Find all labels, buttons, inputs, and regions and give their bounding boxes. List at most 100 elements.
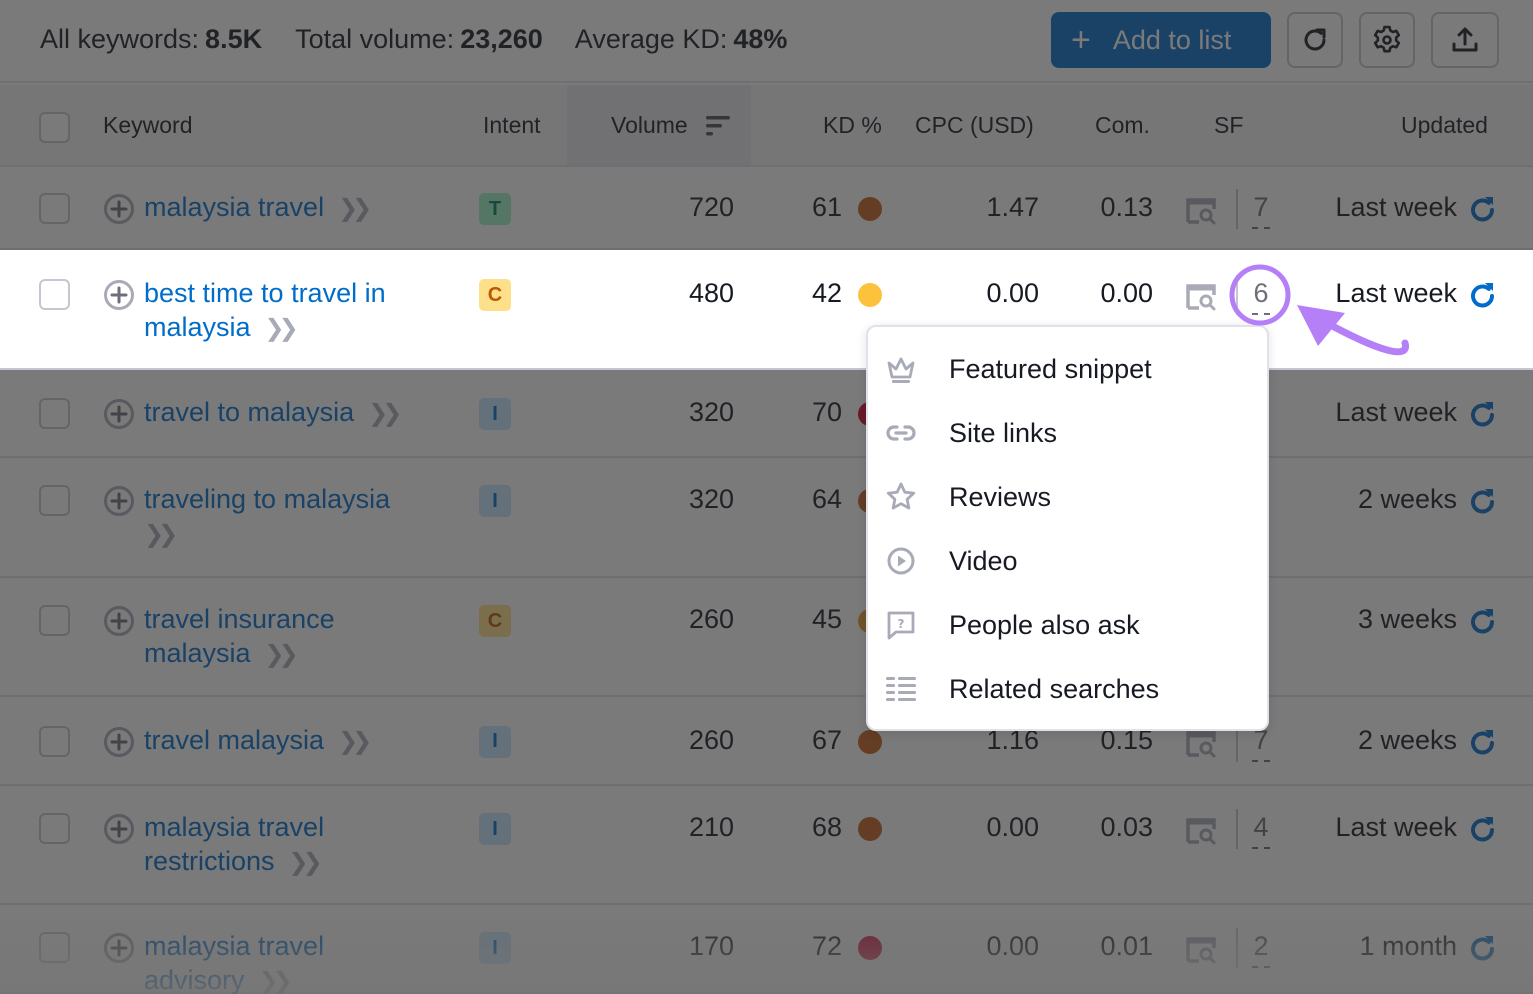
refresh-keyword-icon[interactable] — [1468, 933, 1498, 963]
refresh-keyword-icon[interactable] — [1468, 280, 1498, 310]
updated-value: Last week — [1335, 278, 1457, 308]
refresh-keyword-icon[interactable] — [1468, 814, 1498, 844]
column-header-com[interactable]: Com. — [1095, 112, 1150, 139]
refresh-button[interactable] — [1287, 12, 1343, 68]
intent-badge: C — [479, 279, 511, 311]
serp-snapshot-icon[interactable] — [1185, 281, 1217, 311]
keyword-link-line[interactable]: travel insurance — [144, 604, 335, 634]
add-keyword-icon[interactable] — [103, 605, 135, 637]
open-keyword-overview-icon[interactable]: ❯❯ — [144, 521, 178, 548]
row-checkbox[interactable] — [39, 398, 70, 429]
row-checkbox[interactable] — [39, 193, 70, 224]
column-header-keyword[interactable]: Keyword — [103, 112, 192, 139]
open-keyword-overview-icon[interactable]: ❯❯ — [338, 728, 372, 755]
serp-snapshot-icon[interactable] — [1185, 195, 1217, 225]
serp-snapshot-icon[interactable] — [1185, 934, 1217, 964]
keyword-link-line[interactable]: traveling to malaysia — [144, 484, 390, 514]
row-checkbox[interactable] — [39, 813, 70, 844]
column-header-cpc[interactable]: CPC (USD) — [915, 112, 1034, 139]
refresh-keyword-icon[interactable] — [1468, 399, 1498, 429]
keyword-cell: best time to travel in malaysiabest time… — [144, 276, 444, 346]
add-to-list-button[interactable]: + Add to list — [1051, 12, 1271, 68]
serp-feature-site-links[interactable]: Site links — [868, 401, 1267, 465]
add-keyword-icon[interactable] — [103, 726, 135, 758]
sf-divider — [1236, 189, 1238, 229]
add-keyword-icon[interactable] — [103, 279, 135, 311]
keyword-link-line[interactable]: travel malaysia — [144, 725, 324, 755]
export-button[interactable] — [1431, 12, 1499, 68]
keyword-link-line[interactable]: malaysia travel — [144, 812, 324, 842]
add-keyword-icon[interactable] — [103, 193, 135, 225]
column-header-sf[interactable]: SF — [1214, 112, 1243, 139]
serp-feature-people-also-ask[interactable]: ? People also ask — [868, 593, 1267, 657]
intent-badge: I — [479, 932, 511, 964]
keyword-link-line[interactable]: malaysia travel — [144, 192, 324, 222]
refresh-keyword-icon[interactable] — [1468, 606, 1498, 636]
add-keyword-icon[interactable] — [103, 813, 135, 845]
column-header-volume[interactable]: Volume — [611, 112, 688, 139]
keyword-link-line[interactable]: malaysia — [144, 312, 251, 342]
settings-button[interactable] — [1359, 12, 1415, 68]
keyword-link-line[interactable]: advisory — [144, 965, 245, 994]
add-keyword-icon[interactable] — [103, 398, 135, 430]
open-keyword-overview-icon[interactable]: ❯❯ — [368, 400, 402, 427]
open-keyword-overview-icon[interactable]: ❯❯ — [289, 849, 323, 876]
kd-value: 68 — [811, 812, 842, 842]
upload-icon — [1452, 27, 1478, 52]
table-row: best time to travel in malaysiabest time… — [0, 250, 1533, 370]
open-keyword-overview-icon[interactable]: ❯❯ — [259, 968, 293, 994]
column-header-kd[interactable]: KD % — [823, 112, 882, 139]
keyword-cell: malaysia travel advisorymalaysia travela… — [144, 929, 444, 994]
serp-feature-featured-snippet[interactable]: Featured snippet — [868, 337, 1267, 401]
serp-snapshot-icon[interactable] — [1185, 815, 1217, 845]
select-all-checkbox[interactable] — [39, 112, 70, 143]
crown-icon — [887, 357, 915, 383]
sort-descending-icon[interactable] — [706, 115, 730, 137]
open-keyword-overview-icon[interactable]: ❯❯ — [265, 315, 299, 342]
row-checkbox[interactable] — [39, 932, 70, 963]
serp-feature-label: Related searches — [949, 673, 1160, 704]
serp-feature-label: Video — [949, 545, 1018, 576]
volume-value: 170 — [688, 931, 734, 961]
kd-value: 61 — [811, 192, 842, 222]
serp-feature-reviews[interactable]: Reviews — [868, 465, 1267, 529]
column-header-updated[interactable]: Updated — [1401, 112, 1488, 139]
average-kd-label: Average KD: — [574, 24, 728, 54]
keyword-link-line[interactable]: malaysia travel — [144, 931, 324, 961]
refresh-keyword-icon[interactable] — [1468, 486, 1498, 516]
cpc-value: 0.00 — [986, 931, 1039, 961]
add-keyword-icon[interactable] — [103, 485, 135, 517]
keyword-link-line[interactable]: travel to malaysia — [144, 397, 354, 427]
updated-value: 3 weeks — [1357, 604, 1457, 634]
serp-features-count[interactable]: 6 — [1250, 278, 1272, 315]
open-keyword-overview-icon[interactable]: ❯❯ — [338, 195, 372, 222]
serp-features-count[interactable]: 4 — [1250, 812, 1272, 849]
row-checkbox[interactable] — [39, 725, 70, 757]
row-checkbox[interactable] — [39, 605, 70, 636]
keyword-cell: travel insurance malaysiatravel insuranc… — [144, 602, 444, 672]
row-checkbox[interactable] — [39, 485, 70, 516]
open-keyword-overview-icon[interactable]: ❯❯ — [265, 641, 299, 668]
serp-features-count[interactable]: 7 — [1250, 192, 1272, 229]
keyword-link-line[interactable]: restrictions — [144, 846, 275, 876]
serp-feature-related-searches[interactable]: Related searches — [868, 657, 1267, 721]
serp-feature-video[interactable]: Video — [868, 529, 1267, 593]
serp-snapshot-icon[interactable] — [1185, 728, 1217, 758]
table-row: travel insurance malaysiatravel insuranc… — [0, 578, 1533, 697]
refresh-keyword-icon[interactable] — [1468, 194, 1498, 224]
table-row: malaysia travelmalaysia travel❯❯T720611.… — [0, 168, 1533, 250]
kd-difficulty-dot — [858, 283, 882, 307]
serp-features-count[interactable]: 2 — [1250, 931, 1272, 968]
row-checkbox[interactable] — [39, 279, 70, 310]
add-keyword-icon[interactable] — [103, 932, 135, 964]
updated-value: 1 month — [1359, 931, 1457, 961]
column-header-intent[interactable]: Intent — [483, 112, 541, 139]
cpc-value: 0.00 — [986, 278, 1039, 308]
keyword-link-line[interactable]: malaysia — [144, 638, 251, 668]
cpc-value: 0.00 — [986, 812, 1039, 842]
refresh-keyword-icon[interactable] — [1468, 727, 1498, 757]
keyword-cell: malaysia travelmalaysia travel❯❯ — [144, 190, 444, 226]
keyword-link-line[interactable]: best time to travel in — [144, 278, 386, 308]
competition-value: 0.01 — [1100, 931, 1153, 961]
kd-value: 70 — [811, 397, 842, 427]
